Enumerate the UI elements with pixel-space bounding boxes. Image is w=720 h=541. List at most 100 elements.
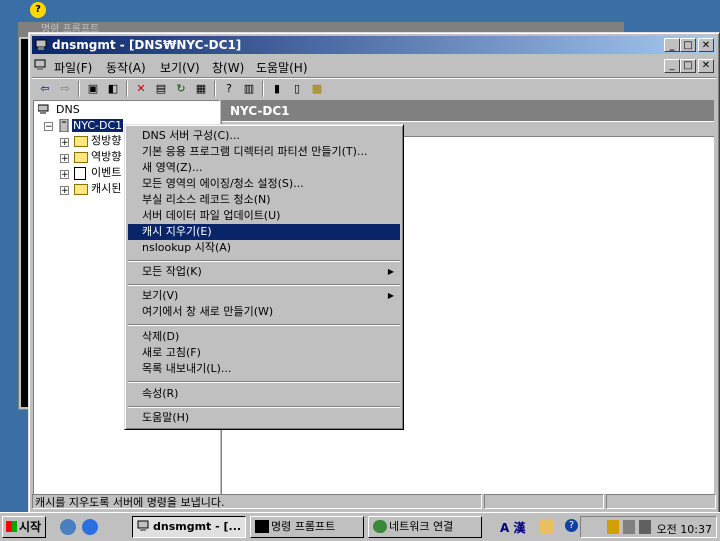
menu-item-delete[interactable]: 삭제(D) xyxy=(128,329,400,345)
dns-app-icon xyxy=(35,39,47,50)
help-icon[interactable]: ? xyxy=(565,519,578,532)
ime-indicator[interactable]: A 漢 xyxy=(500,519,525,536)
tree-server-label: NYC-DC1 xyxy=(70,118,125,133)
desktop-help-icon[interactable]: ? xyxy=(30,2,46,18)
menu-item-all-tasks[interactable]: 모든 작업(K) ▶ xyxy=(128,264,400,280)
language-bar-icon[interactable] xyxy=(540,519,554,533)
new-zone-icon[interactable]: ▩ xyxy=(308,81,326,97)
task-command-prompt[interactable]: 명령 프롬프트 xyxy=(250,516,364,538)
dns-app-icon xyxy=(137,520,149,531)
menu-window[interactable]: 창(W) xyxy=(212,59,244,76)
task-dnsmgmt-label: dnsmgmt - [... xyxy=(153,520,242,533)
task-network-connections[interactable]: 네트워크 연결 xyxy=(368,516,482,538)
start-button[interactable]: 시작 xyxy=(2,516,46,538)
task-network-connections-label: 네트워크 연결 xyxy=(389,520,454,533)
menu-item-scavenge-records[interactable]: 부실 리소스 레코드 청소(N) xyxy=(128,192,400,208)
status-panel-3 xyxy=(606,494,716,509)
folder-icon xyxy=(74,184,88,195)
menu-item-view-label: 보기(V) xyxy=(142,289,179,302)
menu-item-refresh[interactable]: 새로 고침(F) xyxy=(128,345,400,361)
menu-item-help[interactable]: 도움말(H) xyxy=(128,410,400,426)
tree-event-viewer-label: 이벤트 xyxy=(91,166,122,179)
show-hide-tree-icon[interactable]: ◧ xyxy=(104,81,122,97)
command-prompt-icon xyxy=(255,520,269,533)
network-connections-icon xyxy=(373,520,387,533)
tree-server-node[interactable]: NYC-DC1 xyxy=(70,118,125,133)
menu-item-create-partition[interactable]: 기본 응용 프로그램 디렉터리 파티션 만들기(T)... xyxy=(128,144,400,160)
console-menu-icon[interactable] xyxy=(34,58,48,72)
internet-explorer-icon[interactable] xyxy=(82,519,98,535)
menu-separator xyxy=(128,284,400,286)
menu-item-update-data-files[interactable]: 서버 데이터 파일 업데이트(U) xyxy=(128,208,400,224)
menu-item-configure-dns[interactable]: DNS 서버 구성(C)... xyxy=(128,128,400,144)
toolbar-separator xyxy=(126,81,128,97)
tree-event-viewer[interactable]: 이벤트 xyxy=(91,166,121,180)
expand-event-viewer-icon[interactable]: + xyxy=(60,170,69,180)
menu-separator xyxy=(128,324,400,326)
close-button[interactable]: ✕ xyxy=(698,38,714,52)
toolbar-separator xyxy=(214,81,216,97)
tree-cached-lookups[interactable]: 캐시된 xyxy=(91,182,121,196)
menu-file[interactable]: 파일(F) xyxy=(54,59,92,76)
expand-reverse-zones-icon[interactable]: + xyxy=(60,154,69,164)
tree-forward-zones[interactable]: 정방향 xyxy=(91,134,121,148)
server-icon xyxy=(59,119,69,132)
toolbar-separator xyxy=(78,81,80,97)
server-icon[interactable]: ▮ xyxy=(268,81,286,97)
system-tray: 오전 10:37 xyxy=(580,516,717,538)
menu-help[interactable]: 도움말(H) xyxy=(256,59,308,76)
folder-icon xyxy=(74,136,88,147)
menu-separator xyxy=(128,406,400,408)
tree-reverse-zones[interactable]: 역방향 xyxy=(91,150,121,164)
menu-item-new-zone[interactable]: 새 영역(Z)... xyxy=(128,160,400,176)
context-menu: DNS 서버 구성(C)... 기본 응용 프로그램 디렉터리 파티션 만들기(… xyxy=(124,124,404,430)
menu-separator xyxy=(128,260,400,262)
taskbar: 시작 dnsmgmt - [... 명령 프롬프트 네트워크 연결 A 漢 ? … xyxy=(0,512,720,541)
refresh-icon[interactable]: ↻ xyxy=(172,81,190,97)
start-label: 시작 xyxy=(19,520,42,534)
volume-icon[interactable] xyxy=(623,520,635,534)
menu-item-all-tasks-label: 모든 작업(K) xyxy=(142,265,202,278)
child-close-button[interactable]: ✕ xyxy=(698,59,714,73)
menu-view[interactable]: 보기(V) xyxy=(160,59,200,76)
menu-item-properties[interactable]: 속성(R) xyxy=(128,386,400,402)
toolbar-separator xyxy=(262,81,264,97)
help-icon[interactable]: ? xyxy=(220,81,238,97)
status-panel-2 xyxy=(484,494,604,509)
properties-icon[interactable]: ▤ xyxy=(152,81,170,97)
menu-item-launch-nslookup[interactable]: nslookup 시작(A) xyxy=(128,240,400,256)
restore-button[interactable]: □ xyxy=(680,38,696,52)
security-icon[interactable] xyxy=(607,520,619,534)
tree-cached-lookups-label: 캐시된 xyxy=(91,182,122,195)
event-viewer-icon xyxy=(74,167,86,180)
menu-item-clear-cache[interactable]: 캐시 지우기(E) xyxy=(128,224,400,240)
network-tray-icon[interactable] xyxy=(639,520,651,534)
clock[interactable]: 오전 10:37 xyxy=(657,521,712,537)
task-dnsmgmt[interactable]: dnsmgmt - [... xyxy=(132,516,246,538)
expand-cached-lookups-icon[interactable]: + xyxy=(60,186,69,196)
tree-forward-zones-label: 정방향 xyxy=(91,134,122,147)
child-minimize-button[interactable]: _ xyxy=(664,59,680,73)
server-list-icon[interactable]: ▯ xyxy=(288,81,306,97)
menu-item-view[interactable]: 보기(V) ▶ xyxy=(128,288,400,304)
title-bar[interactable]: dnsmgmt - [DNS₩NYC-DC1] _ □ ✕ xyxy=(32,36,716,54)
show-desktop-icon[interactable] xyxy=(60,519,76,535)
minimize-button[interactable]: _ xyxy=(664,38,680,52)
delete-icon[interactable]: ✕ xyxy=(132,81,150,97)
console-icon[interactable]: ▥ xyxy=(240,81,258,97)
child-restore-button[interactable]: □ xyxy=(680,59,696,73)
menu-bar: 파일(F) 동작(A) 보기(V) 창(W) 도움말(H) _ □ ✕ xyxy=(32,56,716,76)
status-bar: 캐시를 지우도록 서버에 명령을 보냅니다. xyxy=(32,493,716,511)
window-title: dnsmgmt - [DNS₩NYC-DC1] xyxy=(52,38,242,52)
export-icon[interactable]: ▦ xyxy=(192,81,210,97)
up-folder-icon[interactable]: ▣ xyxy=(84,81,102,97)
menu-item-aging-scavenging[interactable]: 모든 영역의 에이징/청소 설정(S)... xyxy=(128,176,400,192)
menu-item-export-list[interactable]: 목록 내보내기(L)... xyxy=(128,361,400,377)
back-icon[interactable]: ⇦ xyxy=(36,81,54,97)
folder-icon xyxy=(74,152,88,163)
expand-forward-zones-icon[interactable]: + xyxy=(60,138,69,148)
menu-item-new-window-from-here[interactable]: 여기에서 창 새로 만들기(W) xyxy=(128,304,400,320)
collapse-server-icon[interactable]: − xyxy=(44,122,53,132)
forward-icon[interactable]: ⇨ xyxy=(56,81,74,97)
menu-action[interactable]: 동작(A) xyxy=(106,59,146,76)
